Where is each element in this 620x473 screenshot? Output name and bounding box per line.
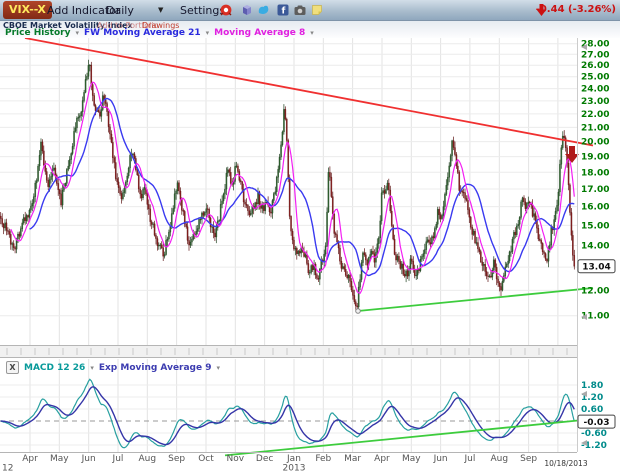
svg-text:12.00: 12.00 <box>581 286 609 296</box>
legend-macd[interactable]: MACD 12 26 <box>24 363 85 373</box>
price-axis[interactable]: 28.0027.0026.0025.0024.0023.0022.0021.00… <box>581 40 609 322</box>
period-dropdown[interactable]: Daily <box>106 4 134 17</box>
svg-text:Sep: Sep <box>168 454 185 464</box>
svg-text:22.00: 22.00 <box>581 110 609 120</box>
svg-text:20.00: 20.00 <box>581 138 609 148</box>
svg-text:2013: 2013 <box>283 464 306 473</box>
svg-text:Jun: Jun <box>433 454 448 464</box>
down-arrow-icon <box>536 4 547 16</box>
legend-ma21[interactable]: FW Moving Average 21 <box>84 28 201 38</box>
gridlines <box>0 38 577 452</box>
last-price-badge: 13.04 <box>578 260 615 273</box>
svg-text:Mar: Mar <box>344 454 361 464</box>
svg-text:13.04: 13.04 <box>582 262 610 272</box>
svg-text:Jul: Jul <box>464 454 476 464</box>
svg-text:19.00: 19.00 <box>581 153 609 163</box>
toolbar: VIX--X Add Indicator Daily ▼ Settings f … <box>0 0 620 21</box>
chevron-down-icon[interactable]: ▾ <box>217 364 221 372</box>
svg-text:15.00: 15.00 <box>581 221 609 231</box>
svg-text:18.00: 18.00 <box>581 168 609 178</box>
svg-text:Dec: Dec <box>256 454 273 464</box>
svg-text:Feb: Feb <box>315 454 331 464</box>
svg-text:Apr: Apr <box>22 454 38 464</box>
svg-text:Apr: Apr <box>374 454 390 464</box>
chart-svg: 28.0027.0026.0025.0024.0023.0022.0021.00… <box>0 0 620 473</box>
period-dropdown-arrow-icon[interactable]: ▼ <box>158 6 163 14</box>
chevron-down-icon[interactable]: ▾ <box>310 29 314 37</box>
chevron-down-icon[interactable]: ▾ <box>206 29 210 37</box>
svg-text:Nov: Nov <box>227 454 245 464</box>
chart-window: 28.0027.0026.0025.0024.0023.0022.0021.00… <box>0 0 620 473</box>
cube-icon[interactable] <box>240 3 254 17</box>
svg-text:24.00: 24.00 <box>581 85 609 95</box>
trendline-handle[interactable] <box>356 309 361 314</box>
svg-text:Oct: Oct <box>198 454 214 464</box>
change-value: -0.44 (-3.26%) <box>536 4 616 15</box>
svg-text:12: 12 <box>2 464 13 473</box>
x-axis: Apr May Jun Jul Aug Sep Oct Nov Dec Jan Feb Mar Apr M… <box>2 454 588 473</box>
svg-text:Aug: Aug <box>490 454 508 464</box>
svg-text:May: May <box>402 454 421 464</box>
legend-macd-signal[interactable]: Exp Moving Average 9 <box>99 363 212 373</box>
svg-text:1.80: 1.80 <box>581 381 603 391</box>
note-icon[interactable] <box>310 3 324 17</box>
svg-text:-0.03: -0.03 <box>584 418 610 428</box>
svg-text:10/18/2013: 10/18/2013 <box>544 459 587 468</box>
twitter-icon[interactable] <box>257 3 271 17</box>
svg-text:May: May <box>50 454 69 464</box>
svg-text:17.00: 17.00 <box>581 185 609 195</box>
chevron-down-icon[interactable]: ▾ <box>75 29 79 37</box>
close-icon[interactable]: X <box>6 361 19 374</box>
svg-text:-0.60: -0.60 <box>581 429 607 439</box>
svg-text:16.00: 16.00 <box>581 203 609 213</box>
chevron-down-icon[interactable]: ▾ <box>90 364 94 372</box>
legend-ma8[interactable]: Moving Average 8 <box>214 28 305 38</box>
svg-text:25.00: 25.00 <box>581 73 609 83</box>
candles <box>0 60 575 311</box>
svg-text:Jul: Jul <box>112 454 124 464</box>
price-change: -0.44 (-3.26%) <box>536 4 616 15</box>
facebook-icon[interactable]: f <box>276 3 290 17</box>
macd-value-badge: -0.03 <box>578 415 615 428</box>
svg-text:Jan: Jan <box>286 454 301 464</box>
svg-text:21.00: 21.00 <box>581 123 609 133</box>
macd-line <box>1 379 575 447</box>
svg-text:Aug: Aug <box>139 454 157 464</box>
scrollbar-notches <box>7 348 567 355</box>
svg-text:Sep: Sep <box>520 454 537 464</box>
macd-legend: X MACD 12 26 ▾ Exp Moving Average 9 ▾ <box>6 361 220 374</box>
legend-price-history[interactable]: Price History <box>5 28 70 38</box>
symbol-button[interactable]: VIX--X <box>3 1 52 19</box>
camera-icon[interactable] <box>293 3 307 17</box>
macd-signal-line <box>1 387 575 445</box>
price-legend: Price History ▾ FW Moving Average 21 ▾ M… <box>5 28 314 38</box>
svg-text:14.00: 14.00 <box>581 242 609 252</box>
svg-text:f: f <box>281 7 285 17</box>
svg-text:0.60: 0.60 <box>581 405 603 415</box>
horizontal-scrollbar[interactable] <box>0 346 577 357</box>
svg-text:23.00: 23.00 <box>581 97 609 107</box>
svg-text:27.00: 27.00 <box>581 50 609 60</box>
svg-text:Jun: Jun <box>81 454 96 464</box>
macd-trendline[interactable] <box>225 420 583 455</box>
svg-text:26.00: 26.00 <box>581 61 609 71</box>
alarm-icon[interactable] <box>219 3 233 17</box>
